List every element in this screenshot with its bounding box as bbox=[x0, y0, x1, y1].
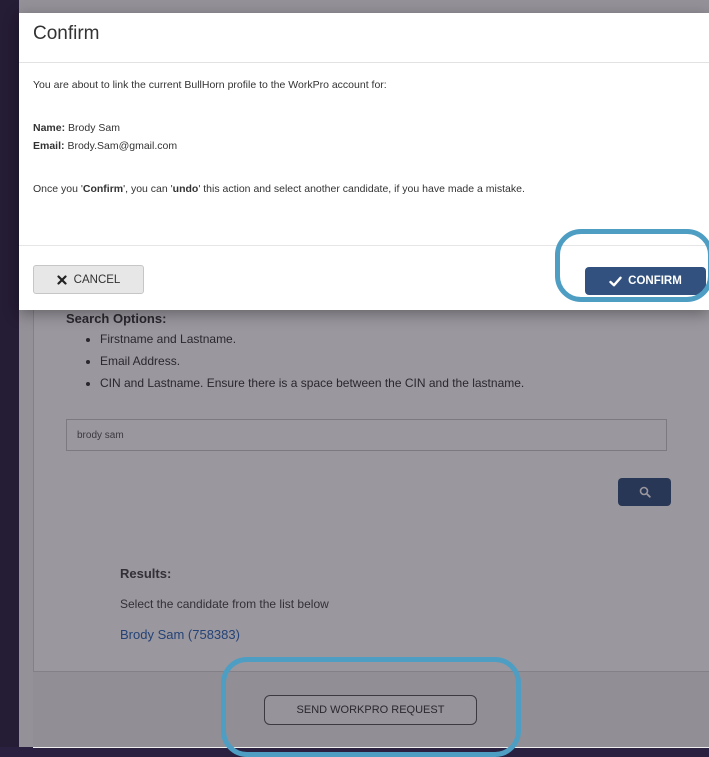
dialog-note: Once you 'Confirm', you can 'undo' this … bbox=[33, 183, 525, 195]
close-icon bbox=[57, 274, 67, 285]
note-text-3: ' this action and select another candida… bbox=[198, 183, 525, 195]
note-text-2: ', you can ' bbox=[123, 183, 173, 195]
name-label: Name: bbox=[33, 122, 66, 134]
dialog-header: Confirm bbox=[19, 13, 709, 63]
email-value: Brody.Sam@gmail.com bbox=[67, 140, 178, 152]
confirm-highlight-ring bbox=[555, 229, 709, 302]
email-row: Email: Brody.Sam@gmail.com bbox=[33, 140, 177, 152]
dialog-intro: You are about to link the current BullHo… bbox=[33, 79, 387, 91]
send-request-highlight-ring bbox=[221, 657, 521, 757]
name-row: Name: Brody Sam bbox=[33, 122, 120, 134]
name-value: Brody Sam bbox=[68, 122, 120, 134]
email-label: Email: bbox=[33, 140, 65, 152]
note-confirm-word: Confirm bbox=[82, 183, 124, 195]
note-undo-word: undo bbox=[172, 183, 199, 195]
cancel-button-label: CANCEL bbox=[73, 273, 121, 286]
dialog-title: Confirm bbox=[33, 23, 100, 44]
cancel-button[interactable]: CANCEL bbox=[33, 265, 144, 294]
note-text-1: Once you ' bbox=[33, 183, 83, 195]
